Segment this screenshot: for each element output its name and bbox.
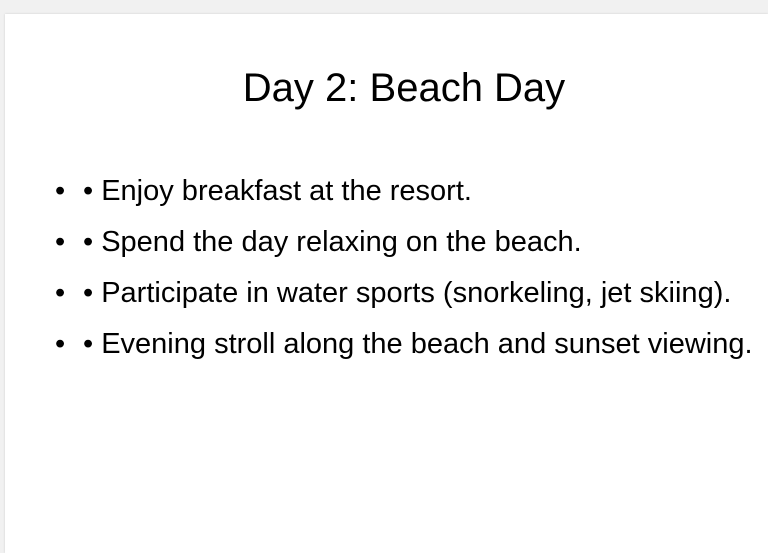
bullet-text: • Spend the day relaxing on the beach. — [83, 226, 582, 258]
bullet-item: • • Participate in water sports (snorkel… — [55, 272, 755, 315]
bullet-text: • Participate in water sports (snorkelin… — [83, 277, 732, 309]
bullet-item: • • Evening stroll along the beach and s… — [55, 323, 755, 366]
bullet-item: • • Enjoy breakfast at the resort. — [55, 170, 755, 213]
bullet-item: • • Spend the day relaxing on the beach. — [55, 221, 755, 264]
bullet-marker: • — [55, 328, 66, 360]
bullet-marker: • — [55, 277, 66, 309]
slide: Day 2: Beach Day • • Enjoy breakfast at … — [5, 14, 768, 553]
bullet-text: • Evening stroll along the beach and sun… — [83, 328, 753, 360]
bullet-text: • Enjoy breakfast at the resort. — [83, 175, 472, 207]
bullet-list: • • Enjoy breakfast at the resort. • • S… — [55, 170, 755, 374]
slide-title: Day 2: Beach Day — [242, 66, 566, 110]
bullet-marker: • — [55, 175, 66, 207]
bullet-marker: • — [55, 226, 66, 258]
